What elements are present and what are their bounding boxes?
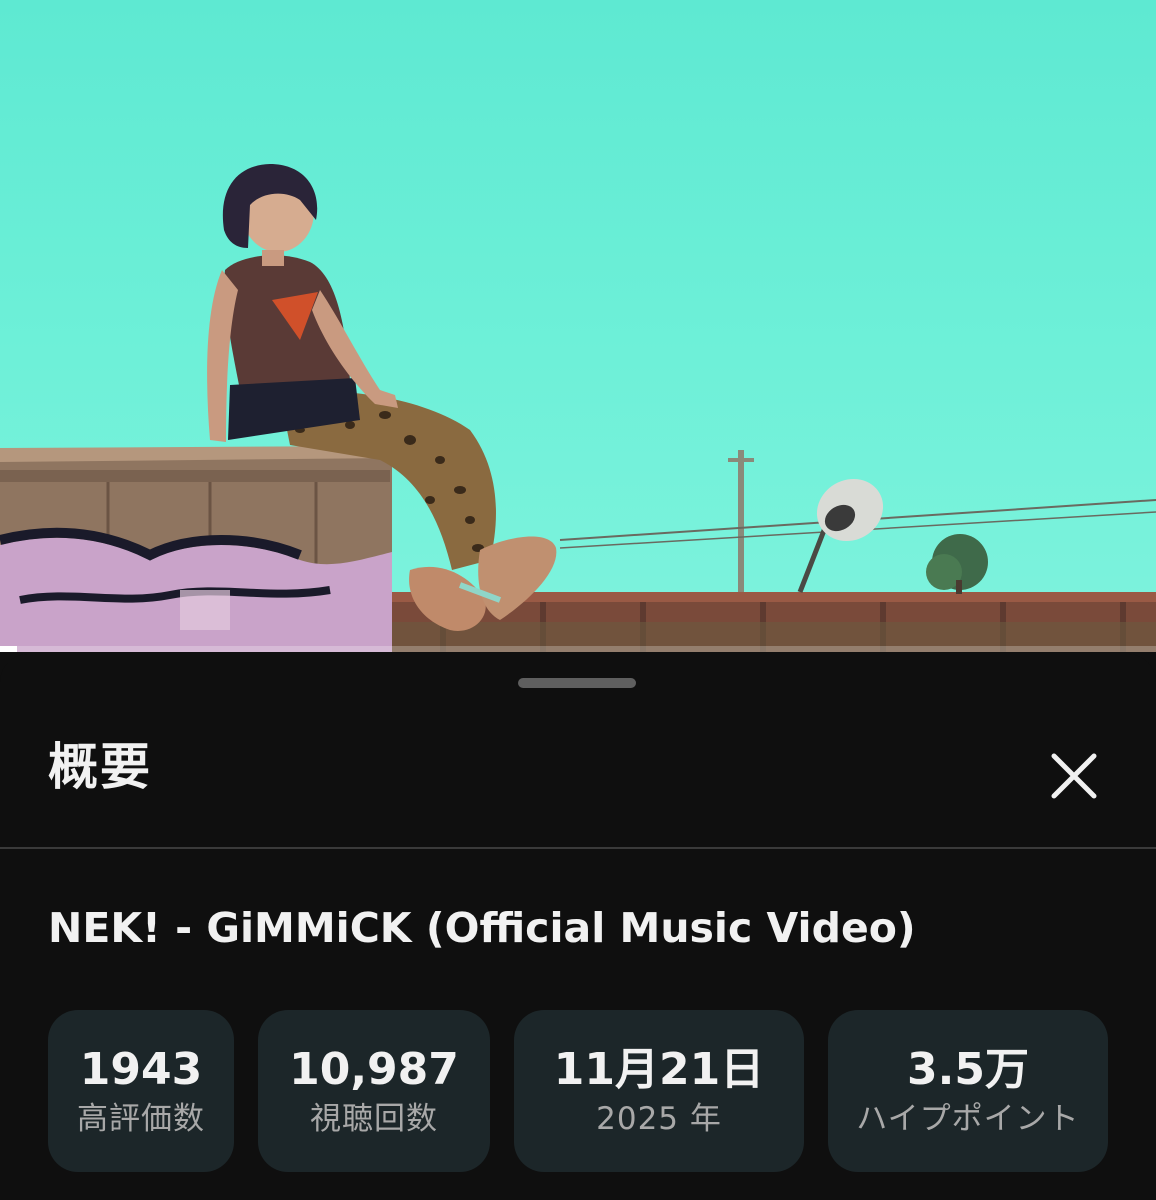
stat-card-date: 11月21日 2025 年 (514, 1010, 804, 1172)
stat-value-likes: 1943 (79, 1043, 203, 1095)
app-root: 概要 NEK! - GiMMiCK (Official Music Video)… (0, 0, 1156, 1200)
drag-handle[interactable] (518, 678, 636, 688)
stat-label-hype: ハイプポイント (856, 1101, 1080, 1138)
video-progress-bar[interactable] (0, 646, 1156, 652)
video-title: NEK! - GiMMiCK (Official Music Video) (48, 904, 916, 952)
stat-value-hype: 3.5万 (907, 1043, 1029, 1095)
stat-value-views: 10,987 (289, 1043, 459, 1095)
stat-card-views: 10,987 視聴回数 (258, 1010, 490, 1172)
video-player[interactable] (0, 0, 1156, 652)
video-progress-fill (0, 646, 18, 652)
video-frame-thumbnail (0, 164, 1156, 652)
close-button[interactable] (1040, 742, 1108, 810)
stat-card-likes: 1943 高評価数 (48, 1010, 234, 1172)
stat-label-views: 視聴回数 (310, 1101, 438, 1138)
close-icon (1051, 753, 1097, 799)
sheet-divider (0, 847, 1156, 849)
sheet-title: 概要 (48, 738, 152, 796)
stat-label-year: 2025 年 (596, 1101, 722, 1138)
description-sheet: 概要 NEK! - GiMMiCK (Official Music Video)… (0, 654, 1156, 1200)
stat-card-hype[interactable]: 3.5万 ハイプポイント (828, 1010, 1108, 1172)
stat-value-date: 11月21日 (553, 1043, 765, 1095)
stat-label-likes: 高評価数 (77, 1101, 205, 1138)
